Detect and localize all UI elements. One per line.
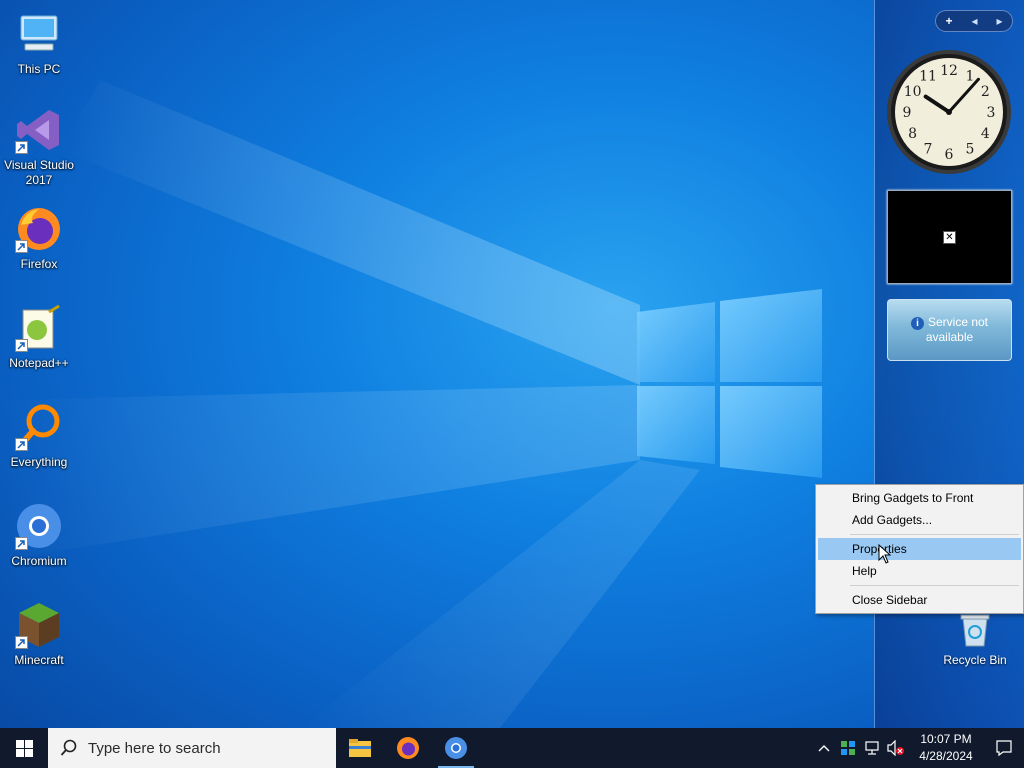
taskbar-chromium[interactable] (432, 728, 480, 768)
taskbar-clock[interactable]: 10:07 PM 4/28/2024 (908, 728, 984, 768)
desktop-icon-this-pc[interactable]: This PC (4, 4, 74, 94)
start-button[interactable] (0, 728, 48, 768)
volume-muted-icon (887, 740, 904, 756)
clock-numeral: 5 (966, 141, 975, 157)
sidebar-context-menu[interactable]: Bring Gadgets to Front Add Gadgets... Pr… (815, 484, 1024, 614)
search-input[interactable] (88, 739, 318, 757)
desktop-icon-label: Minecraft (14, 653, 64, 667)
desktop-icon-label: Notepad++ (9, 356, 69, 370)
shortcut-arrow-icon (15, 141, 28, 154)
sidebar-controls: + ◂ ▸ (935, 10, 1013, 32)
clock-numeral: 4 (981, 126, 990, 142)
desktop[interactable]: This PC Visual Studio 2017 Firefox Notep… (0, 0, 1024, 728)
taskbar-file-explorer[interactable] (336, 728, 384, 768)
info-icon: i (910, 317, 924, 330)
notification-icon (996, 740, 1012, 757)
desktop-icon-everything[interactable]: Everything (4, 397, 74, 487)
tray-overflow-button[interactable] (812, 728, 836, 768)
tray-volume-icon[interactable] (884, 728, 908, 768)
action-center-button[interactable] (984, 728, 1024, 768)
mouse-cursor-icon (878, 544, 892, 564)
notepadpp-icon (15, 304, 63, 352)
menu-separator (850, 585, 1019, 586)
slideshow-gadget[interactable]: ✕ (887, 190, 1012, 284)
clock-numeral: 2 (981, 84, 990, 100)
menu-item-help[interactable]: Help (818, 560, 1021, 582)
clock-numeral: 3 (987, 105, 996, 121)
firefox-icon (15, 205, 63, 253)
clock-numeral: 7 (924, 141, 933, 157)
windows-logo-icon (15, 739, 33, 757)
wallpaper (0, 80, 822, 728)
taskbar-date: 4/28/2024 (919, 749, 973, 763)
weather-gadget[interactable]: i Service not available (887, 299, 1012, 361)
menu-separator (850, 534, 1019, 535)
shortcut-arrow-icon (15, 537, 28, 550)
broken-image-icon: ✕ (943, 230, 956, 244)
clock-numeral: 8 (908, 126, 917, 142)
chevron-up-icon (818, 745, 830, 752)
analog-clock: 12 12 3 45678 9 1011 (887, 50, 1011, 174)
minecraft-icon (15, 601, 63, 649)
clock-numeral: 12 (940, 63, 958, 79)
this-pc-icon (15, 10, 63, 58)
search-icon (60, 739, 77, 756)
everything-icon (15, 403, 63, 451)
clock-numeral: 6 (945, 147, 954, 163)
tray-network-icon[interactable] (860, 728, 884, 768)
taskbar-time: 10:07 PM (920, 732, 972, 746)
desktop-icon-label: Chromium (11, 554, 67, 568)
desktop-icon-visual-studio[interactable]: Visual Studio 2017 (4, 100, 74, 190)
system-tray: 10:07 PM 4/28/2024 (812, 728, 1024, 768)
menu-item-add-gadgets[interactable]: Add Gadgets... (818, 509, 1021, 531)
recycle-bin-label: Recycle Bin (943, 653, 1007, 667)
weather-status-line2: available (925, 330, 974, 344)
taskbar: 10:07 PM 4/28/2024 (0, 728, 1024, 768)
chromium-icon (445, 737, 467, 759)
menu-item-bring-gadgets-to-front[interactable]: Bring Gadgets to Front (818, 487, 1021, 509)
weather-status-line1: Service not (927, 315, 989, 329)
desktop-icon-label: Firefox (20, 257, 58, 271)
taskbar-search-box[interactable] (48, 728, 336, 768)
shortcut-arrow-icon (15, 339, 28, 352)
gadgets-tray-icon (841, 741, 855, 755)
network-icon (865, 741, 879, 755)
desktop-icon-recycle-bin[interactable]: Recycle Bin (940, 612, 1010, 667)
desktop-icon-notepadpp[interactable]: Notepad++ (4, 298, 74, 388)
visual-studio-icon (15, 106, 63, 154)
desktop-icon-minecraft[interactable]: Minecraft (4, 595, 74, 685)
shortcut-arrow-icon (15, 636, 28, 649)
clock-numeral: 11 (919, 69, 937, 85)
desktop-icon-label: Everything (10, 455, 68, 469)
clock-numeral: 1 (966, 69, 975, 85)
clock-gadget[interactable]: 12 1 2 3 4 5 6 7 8 9 10 11 (885, 48, 1013, 176)
clock-numeral: 10 (904, 84, 922, 100)
shortcut-arrow-icon (15, 438, 28, 451)
taskbar-firefox[interactable] (384, 728, 432, 768)
desktop-icon-chromium[interactable]: Chromium (4, 496, 74, 586)
desktop-icon-firefox[interactable]: Firefox (4, 199, 74, 289)
tray-app-icon[interactable] (836, 728, 860, 768)
chromium-icon (15, 502, 63, 550)
next-page-button[interactable]: ▸ (996, 14, 1002, 28)
clock-numeral: 9 (903, 105, 912, 121)
firefox-icon (397, 737, 419, 759)
desktop-icon-label: Visual Studio 2017 (4, 158, 74, 187)
add-gadget-button[interactable]: + (945, 14, 952, 28)
weather-status: i Service not available (910, 315, 989, 345)
previous-page-button[interactable]: ◂ (971, 14, 977, 28)
file-explorer-icon (349, 739, 371, 757)
menu-item-properties[interactable]: Properties (818, 538, 1021, 560)
recycle-bin-icon (960, 614, 990, 647)
menu-item-close-sidebar[interactable]: Close Sidebar (818, 589, 1021, 611)
desktop-icon-label: This PC (17, 62, 61, 76)
shortcut-arrow-icon (15, 240, 28, 253)
